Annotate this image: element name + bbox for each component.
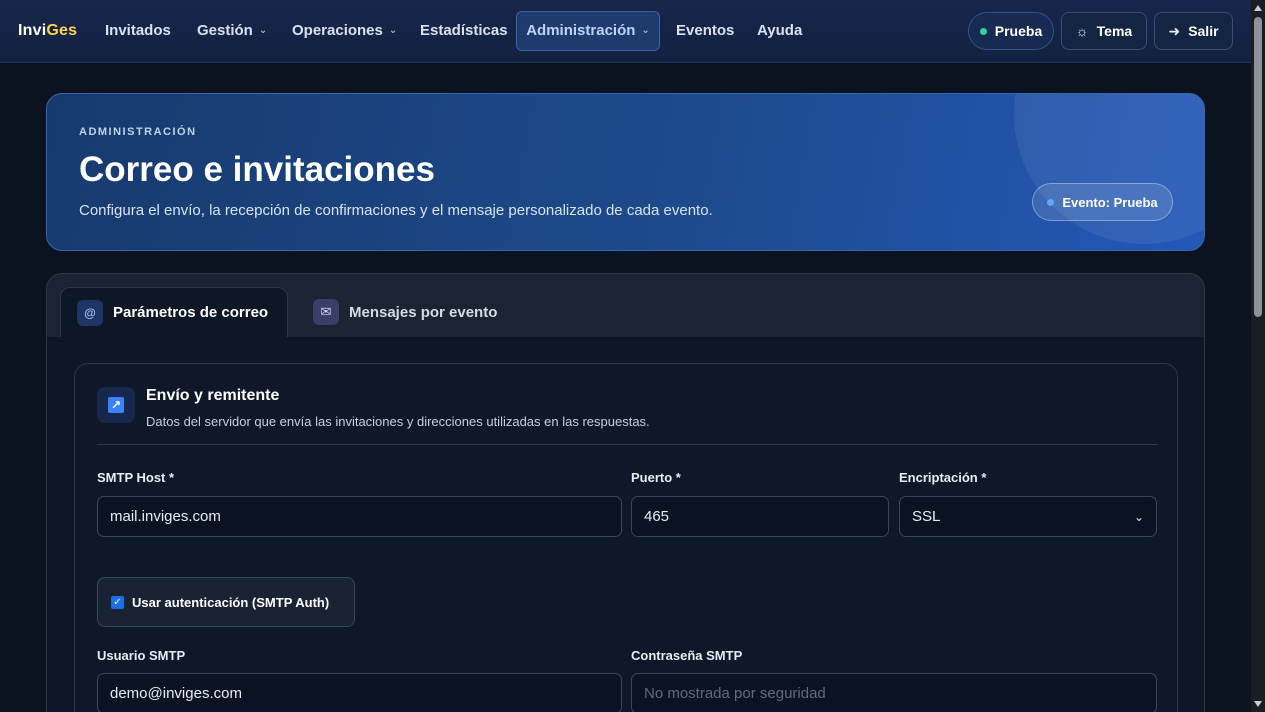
nav-item-label: Ayuda: [757, 22, 803, 39]
tabs-bar: @ Parámetros de correo ✉ Mensajes por ev…: [47, 274, 1204, 337]
chevron-down-icon: ⌄: [388, 25, 398, 36]
nav-item-label: Administración: [526, 22, 636, 39]
settings-panel: @ Parámetros de correo ✉ Mensajes por ev…: [46, 273, 1205, 712]
nav-item-label: Eventos: [676, 22, 735, 39]
smtp-password-input[interactable]: No mostrada por seguridad: [631, 673, 1157, 712]
event-pill-label: Prueba: [994, 23, 1043, 39]
scrollbar-thumb[interactable]: [1254, 17, 1262, 317]
status-dot-icon: [1047, 198, 1055, 206]
chevron-down-icon: ⌄: [258, 25, 268, 36]
smtp-host-input[interactable]: mail.inviges.com: [97, 496, 622, 537]
tab-label: Mensajes por evento: [349, 303, 498, 321]
divider: [97, 444, 1157, 445]
card-description: Datos del servidor que envía las invitac…: [146, 414, 650, 429]
page-title: Correo e invitaciones: [79, 150, 435, 189]
event-badge: Evento: Prueba: [1032, 183, 1173, 221]
event-pill-button[interactable]: Prueba: [968, 12, 1054, 50]
tab-content: ↗ Envío y remitente Datos del servidor q…: [47, 337, 1204, 712]
brand-text: Invi: [18, 22, 47, 39]
brand-text-accent: Ges: [46, 22, 78, 39]
brand-logo[interactable]: InviGes: [18, 22, 77, 40]
top-navbar: InviGes Invitados Gestión ⌄ Operaciones …: [0, 0, 1251, 63]
tab-email-settings[interactable]: @ Parámetros de correo: [60, 287, 288, 337]
nav-item-ayuda[interactable]: Ayuda: [746, 11, 813, 51]
status-dot-icon: [979, 27, 987, 35]
logout-button[interactable]: ➜ Salir: [1154, 12, 1233, 50]
scroll-up-icon[interactable]: [1254, 5, 1262, 11]
page-scrollbar[interactable]: [1251, 0, 1265, 712]
smtp-auth-checkbox[interactable]: ✓: [111, 595, 124, 609]
tab-event-messages[interactable]: ✉ Mensajes por evento: [297, 287, 517, 337]
decorative-circle: [1014, 94, 1204, 244]
smtp-auth-label: Usar autenticación (SMTP Auth): [132, 594, 330, 610]
nav-item-eventos[interactable]: Eventos: [665, 11, 745, 51]
page-subtitle: Configura el envío, la recepción de conf…: [79, 202, 713, 219]
smtp-password-label: Contraseña SMTP: [631, 648, 743, 663]
nav-item-gestion[interactable]: Gestión ⌄: [186, 11, 278, 51]
smtp-host-label: SMTP Host *: [97, 470, 175, 485]
send-icon: ↗: [97, 387, 135, 423]
chevron-down-icon: ⌄: [1133, 509, 1144, 524]
smtp-user-label: Usuario SMTP: [97, 648, 186, 663]
theme-button-label: Tema: [1096, 23, 1133, 39]
tab-label: Parámetros de correo: [113, 304, 269, 321]
port-input[interactable]: 465: [631, 496, 889, 537]
envelope-icon: ✉: [313, 299, 339, 325]
nav-item-invitados[interactable]: Invitados: [94, 11, 182, 51]
smtp-user-input[interactable]: demo@inviges.com: [97, 673, 622, 712]
sender-settings-card: ↗ Envío y remitente Datos del servidor q…: [74, 363, 1178, 712]
nav-item-label: Estadísticas: [420, 22, 508, 39]
sun-icon: ☼: [1075, 23, 1089, 39]
logout-icon: ➜: [1168, 22, 1181, 39]
chevron-down-icon: ⌄: [641, 25, 650, 36]
nav-item-label: Gestión: [197, 22, 253, 39]
page-kicker: ADMINISTRACIÓN: [79, 126, 197, 138]
scroll-down-icon[interactable]: [1254, 701, 1262, 707]
page-hero: ADMINISTRACIÓN Correo e invitaciones Con…: [46, 93, 1205, 251]
encryption-select[interactable]: SSL ⌄: [899, 496, 1157, 537]
card-title: Envío y remitente: [146, 387, 280, 404]
nav-item-label: Operaciones: [292, 22, 383, 39]
smtp-auth-option[interactable]: ✓ Usar autenticación (SMTP Auth): [97, 577, 355, 627]
event-badge-label: Evento: Prueba: [1062, 194, 1158, 210]
at-icon: @: [77, 299, 103, 326]
nav-item-label: Invitados: [105, 22, 171, 39]
port-label: Puerto *: [631, 470, 681, 485]
nav-item-estadisticas[interactable]: Estadísticas: [409, 11, 519, 51]
encryption-select-value: SSL: [912, 508, 941, 525]
encryption-label: Encriptación *: [899, 470, 987, 485]
nav-item-administracion[interactable]: Administración ⌄: [516, 11, 660, 51]
theme-button[interactable]: ☼ Tema: [1061, 12, 1147, 50]
nav-item-operaciones[interactable]: Operaciones ⌄: [281, 11, 408, 51]
logout-button-label: Salir: [1188, 23, 1219, 39]
